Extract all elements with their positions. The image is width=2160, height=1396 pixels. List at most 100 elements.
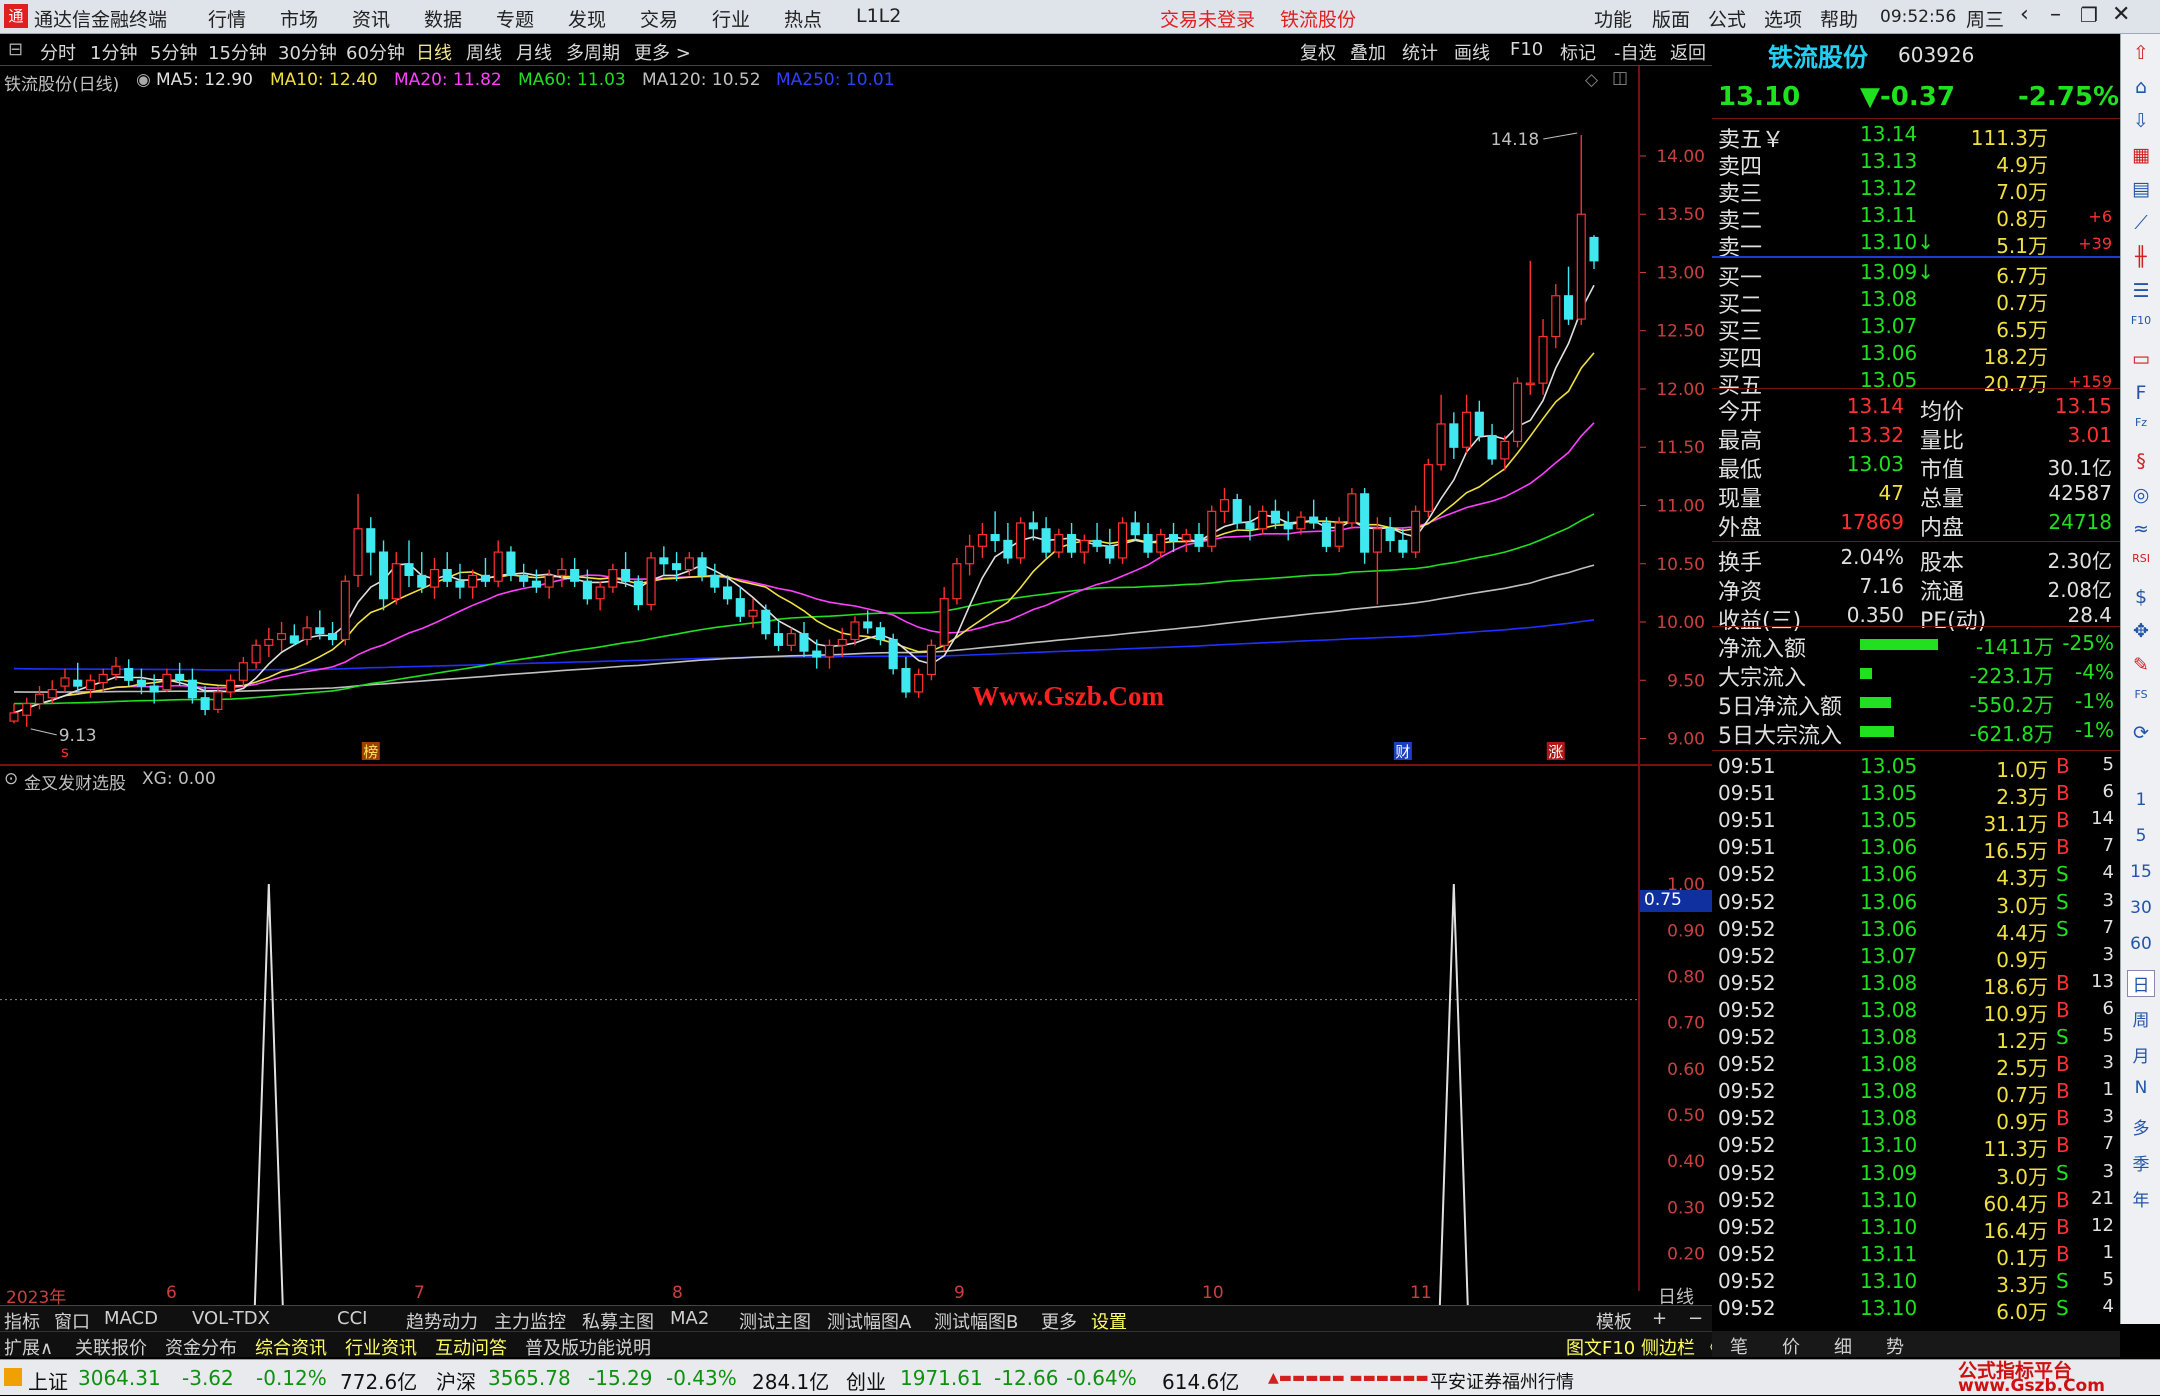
sidebar-period-11[interactable]: 年: [2127, 1186, 2155, 1211]
info-tab[interactable]: 综合资讯: [255, 1334, 327, 1360]
btn-f10[interactable]: F10: [1510, 39, 1543, 60]
circle-icon[interactable]: ◎: [2127, 484, 2155, 506]
menu-gongshi[interactable]: 公式: [1708, 5, 1746, 32]
indicator-chart[interactable]: 0.200.300.400.500.600.700.800.901.00: [0, 766, 1712, 1346]
cy-label[interactable]: 创业: [846, 1366, 886, 1395]
menu-zixun[interactable]: 资讯: [352, 5, 390, 32]
menu-faxian[interactable]: 发现: [568, 5, 606, 32]
f-icon[interactable]: F: [2127, 382, 2155, 404]
period-daily[interactable]: 日线: [416, 39, 452, 65]
restore-icon[interactable]: ❐: [2080, 3, 2098, 27]
menu-hangqing[interactable]: 行情: [208, 5, 246, 32]
sidebar-period-6[interactable]: 周: [2127, 1006, 2155, 1031]
sidebar-period-2[interactable]: 15: [2127, 862, 2155, 882]
sidebar-period-0[interactable]: 1: [2127, 790, 2155, 810]
info-tab[interactable]: 互动问答: [435, 1334, 507, 1360]
list-icon[interactable]: ☰: [2127, 280, 2155, 302]
minimize-icon[interactable]: –: [2050, 2, 2061, 27]
tick-row[interactable]: 09:52 13.10 3.3万 S 5: [1712, 1269, 2120, 1297]
tick-row[interactable]: 09:51 13.05 2.3万 B 6: [1712, 781, 2120, 809]
btn-tongji[interactable]: 统计: [1402, 39, 1438, 65]
menu-l1l2[interactable]: L1L2: [856, 5, 901, 27]
rsi-icon[interactable]: RSI: [2127, 552, 2155, 565]
hs-label[interactable]: 沪深: [436, 1366, 476, 1395]
menu-bangzhu[interactable]: 帮助: [1820, 5, 1858, 32]
btn-huaxian[interactable]: 画线: [1454, 39, 1490, 65]
period-60min[interactable]: 60分钟: [346, 39, 405, 65]
tick-row[interactable]: 09:52 13.08 10.9万 B 6: [1712, 998, 2120, 1026]
tick-row[interactable]: 09:51 13.05 1.0万 B 5: [1712, 754, 2120, 782]
move-icon[interactable]: ✥: [2127, 620, 2155, 642]
table-icon[interactable]: ▤: [2127, 178, 2155, 200]
menu-shuju[interactable]: 数据: [424, 5, 462, 32]
period-weekly[interactable]: 周线: [466, 39, 502, 65]
sidebar-period-10[interactable]: 季: [2127, 1150, 2155, 1175]
indicator-tab[interactable]: VOL-TDX: [192, 1308, 270, 1329]
info-tab[interactable]: 关联报价: [75, 1334, 147, 1360]
tick-row[interactable]: 09:52 13.10 16.4万 B 12: [1712, 1215, 2120, 1243]
sidebar-period-9[interactable]: 多: [2127, 1114, 2155, 1139]
quote-tab[interactable]: 细: [1834, 1333, 1852, 1359]
chart-line-icon[interactable]: ⟋: [2127, 212, 2155, 234]
tick-row[interactable]: 09:52 13.09 3.0万 S 3: [1712, 1161, 2120, 1189]
menu-xuanxiang[interactable]: 选项: [1764, 5, 1802, 32]
tick-row[interactable]: 09:52 13.10 60.4万 B 21: [1712, 1188, 2120, 1216]
grid-icon[interactable]: ▦: [2127, 144, 2155, 166]
period-15min[interactable]: 15分钟: [208, 39, 267, 65]
tick-row[interactable]: 09:52 13.08 1.2万 S 5: [1712, 1025, 2120, 1053]
btn-zixuan[interactable]: -自选: [1614, 39, 1657, 65]
tick-row[interactable]: 09:52 13.10 6.0万 S 4: [1712, 1296, 2120, 1324]
menu-zhuanti[interactable]: 专题: [496, 5, 534, 32]
info-tab[interactable]: 扩展∧: [4, 1334, 53, 1360]
menu-banmian[interactable]: 版面: [1652, 5, 1690, 32]
wave-icon[interactable]: ≈: [2127, 518, 2155, 540]
btn-diejia[interactable]: 叠加: [1350, 39, 1386, 65]
status-square-icon[interactable]: [4, 1368, 22, 1386]
tick-row[interactable]: 09:51 13.06 16.5万 B 7: [1712, 835, 2120, 863]
period-multi[interactable]: 多周期: [566, 39, 620, 65]
tick-list[interactable]: 09:51 13.05 1.0万 B 5 09:51 13.05 2.3万 B 6 09:51 13.…: [1712, 750, 2120, 1332]
indicator-tab[interactable]: CCI: [337, 1308, 367, 1329]
sidebar-period-7[interactable]: 月: [2127, 1042, 2155, 1067]
menu-gongneng[interactable]: 功能: [1594, 5, 1632, 32]
tick-row[interactable]: 09:51 13.05 31.1万 B 14: [1712, 808, 2120, 836]
indicator-tab[interactable]: MA2: [670, 1308, 709, 1329]
refresh-icon[interactable]: ⟳: [2127, 722, 2155, 744]
chart-area[interactable]: 铁流股份(日线) ◉ MA5: 12.90 MA10: 12.40 MA20: 11…: [0, 66, 1712, 1346]
add-window-button[interactable]: +: [1652, 1308, 1667, 1329]
info-tab[interactable]: 普及版功能说明: [525, 1334, 651, 1360]
tick-row[interactable]: 09:52 13.08 2.5万 B 3: [1712, 1052, 2120, 1080]
quote-tab[interactable]: 价: [1782, 1333, 1800, 1359]
tick-row[interactable]: 09:52 13.07 0.9万 3: [1712, 944, 2120, 972]
tick-row[interactable]: 09:52 13.06 4.3万 S 4: [1712, 862, 2120, 890]
back-arrow-icon[interactable]: ‹: [2020, 2, 2029, 27]
s-icon[interactable]: §: [2127, 450, 2155, 472]
period-30min[interactable]: 30分钟: [278, 39, 337, 65]
f10-icon[interactable]: F10: [2127, 314, 2155, 327]
quote-tab[interactable]: 笔: [1730, 1333, 1748, 1359]
candlestick-chart[interactable]: 9.00 9.50 10.00 10.50 11.00 11.50 12.00 12.50 13…: [0, 66, 1712, 766]
tick-row[interactable]: 09:52 13.06 3.0万 S 3: [1712, 890, 2120, 918]
indicator-tab[interactable]: MACD: [104, 1308, 158, 1329]
tick-row[interactable]: 09:52 13.08 18.6万 B 13: [1712, 971, 2120, 999]
collapse-icon[interactable]: ⊟: [8, 39, 23, 60]
btn-fanhui[interactable]: 返回: [1670, 39, 1706, 65]
up-arrow-icon[interactable]: ⇧: [2127, 42, 2155, 64]
period-more[interactable]: 更多 >: [634, 39, 691, 65]
sidebar-period-1[interactable]: 5: [2127, 826, 2155, 846]
info-tab[interactable]: 行业资讯: [345, 1334, 417, 1360]
tick-row[interactable]: 09:52 13.11 0.1万 B 1: [1712, 1242, 2120, 1270]
sidebar-period-8[interactable]: N: [2127, 1078, 2155, 1098]
period-monthly[interactable]: 月线: [516, 39, 552, 65]
sidebar-period-4[interactable]: 60: [2127, 934, 2155, 954]
info-tab[interactable]: 资金分布: [165, 1334, 237, 1360]
trade-status[interactable]: 交易未登录: [1160, 5, 1255, 32]
money-icon[interactable]: $: [2127, 586, 2155, 608]
remove-window-button[interactable]: −: [1688, 1308, 1703, 1329]
fs-icon[interactable]: FS: [2127, 688, 2155, 701]
tick-row[interactable]: 09:52 13.10 11.3万 B 7: [1712, 1133, 2120, 1161]
menu-redian[interactable]: 热点: [784, 5, 822, 32]
candle-icon[interactable]: ╫: [2127, 246, 2155, 268]
doc-icon[interactable]: ▭: [2127, 348, 2155, 370]
period-5min[interactable]: 5分钟: [150, 39, 197, 65]
